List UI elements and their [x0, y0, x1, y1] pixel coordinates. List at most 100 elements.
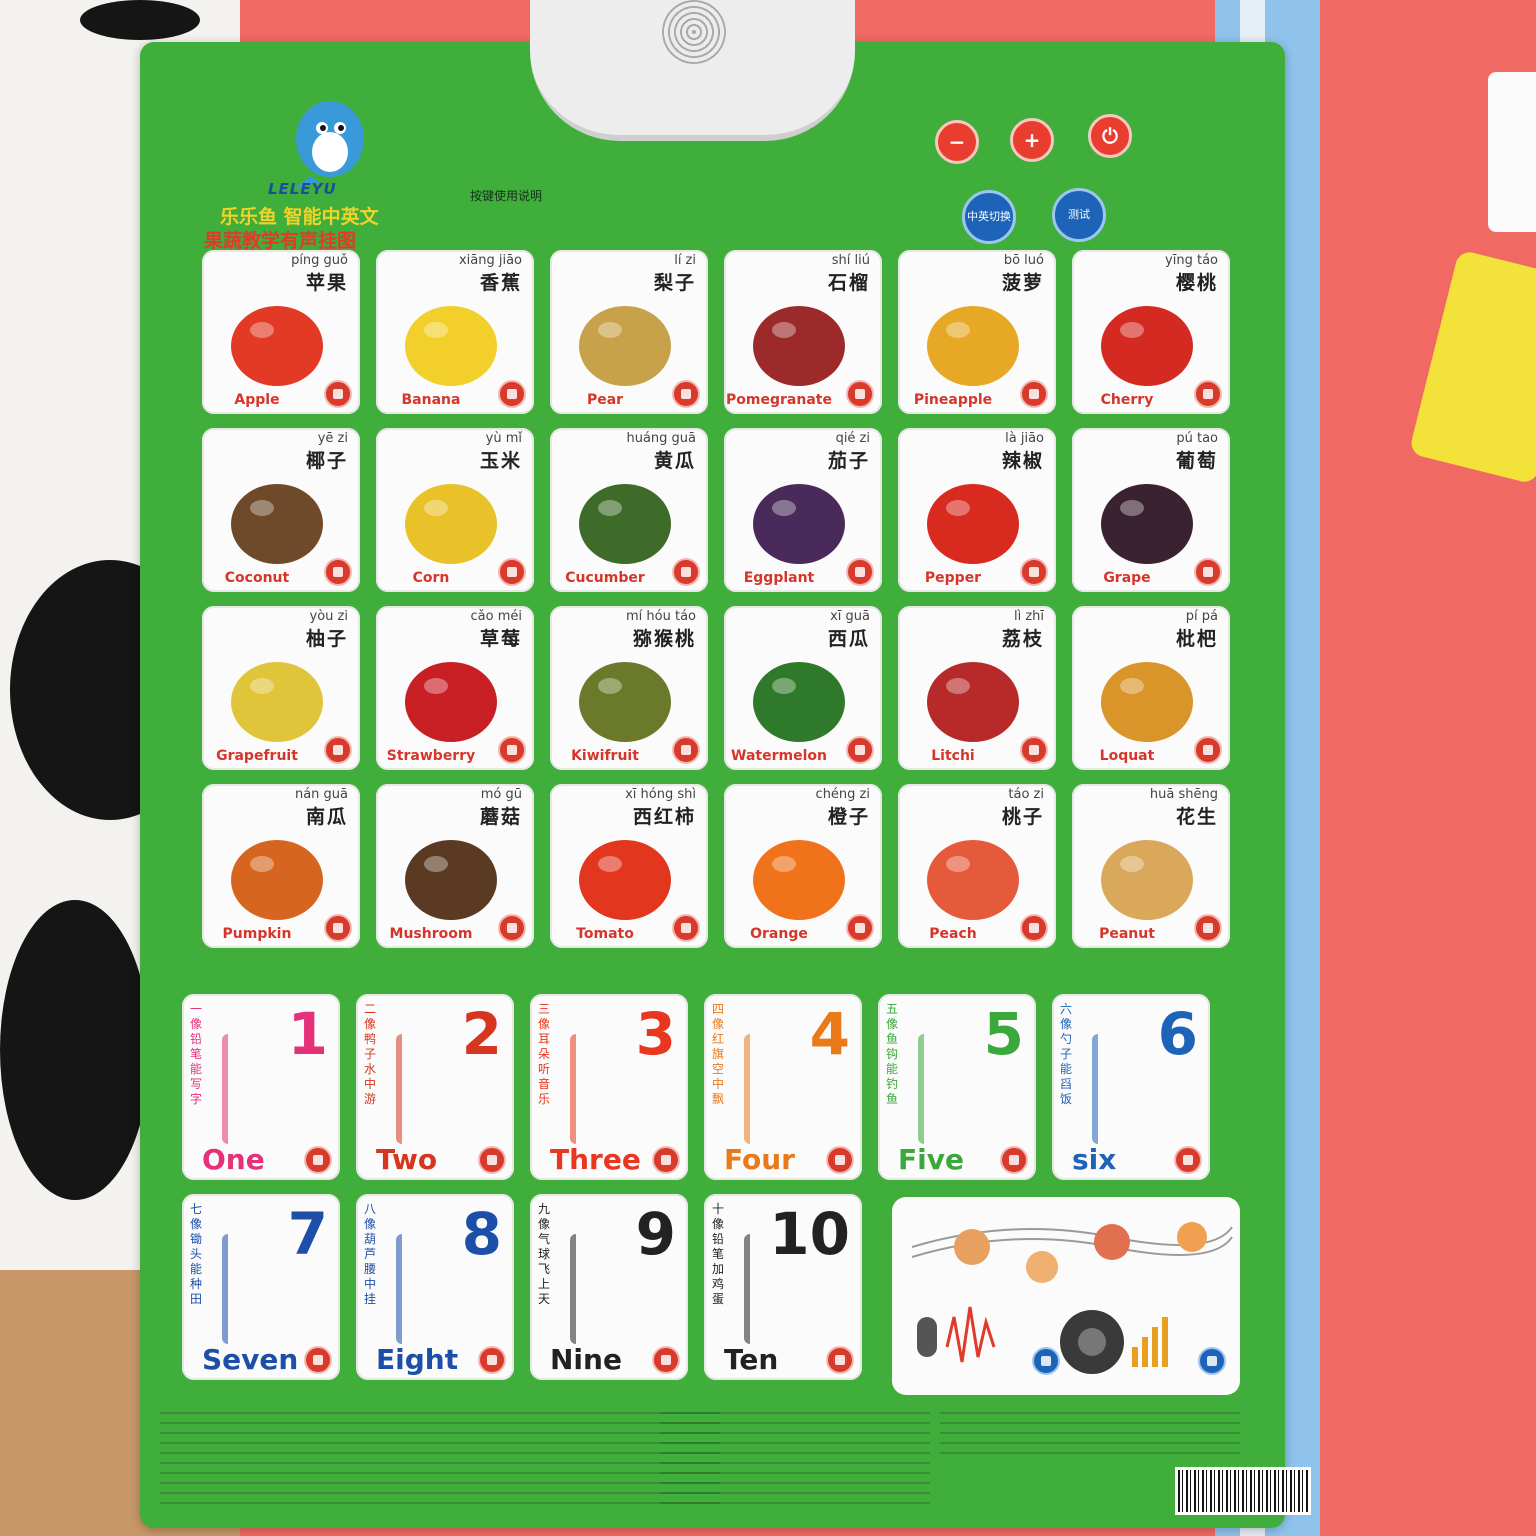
background-card [1488, 72, 1536, 232]
sound-button[interactable] [498, 380, 526, 408]
pinyin-label: lí zi [674, 253, 696, 268]
sound-button[interactable] [1020, 558, 1048, 586]
produce-card[interactable]: yē zi 椰子 Coconut [202, 428, 360, 592]
sound-button[interactable] [672, 736, 700, 764]
volume-up-button[interactable]: + [1010, 118, 1054, 162]
sound-button[interactable] [1020, 380, 1048, 408]
sound-button[interactable] [652, 1346, 680, 1374]
produce-card[interactable]: huā shēng 花生 Peanut [1072, 784, 1230, 948]
sound-button[interactable] [672, 914, 700, 942]
number-rhyme: 二像鸭子水中游 [364, 1002, 377, 1106]
produce-card[interactable]: píng guǒ 苹果 Apple [202, 250, 360, 414]
produce-card[interactable]: mó gū 蘑菇 Mushroom [376, 784, 534, 948]
sound-button[interactable] [478, 1146, 506, 1174]
volume-down-button[interactable]: − [935, 120, 979, 164]
english-label: Banana [401, 392, 461, 408]
number-card[interactable]: 10 十像铅笔加鸡蛋 Ten [704, 1194, 862, 1380]
sound-button[interactable] [1194, 558, 1222, 586]
produce-card[interactable]: huáng guā 黄瓜 Cucumber [550, 428, 708, 592]
sound-button[interactable] [652, 1146, 680, 1174]
produce-card[interactable]: bō luó 菠萝 Pineapple [898, 250, 1056, 414]
sound-button[interactable] [846, 380, 874, 408]
produce-card[interactable]: pú tao 葡萄 Grape [1072, 428, 1230, 592]
produce-illustration [927, 484, 1019, 564]
produce-illustration [405, 484, 497, 564]
music-panel[interactable] [892, 1197, 1240, 1395]
music-play-button[interactable] [1198, 1347, 1226, 1375]
pinyin-label: huā shēng [1149, 787, 1218, 802]
number-illustration [570, 1034, 676, 1144]
produce-card[interactable]: lì zhī 荔枝 Litchi [898, 606, 1056, 770]
english-label: Cherry [1100, 392, 1154, 408]
sound-button[interactable] [1194, 736, 1222, 764]
sound-button[interactable] [1174, 1146, 1202, 1174]
number-word: Eight [376, 1343, 459, 1376]
english-label: Pomegranate [726, 392, 832, 408]
sound-button[interactable] [672, 380, 700, 408]
sound-button[interactable] [1020, 914, 1048, 942]
number-illustration [744, 1234, 850, 1344]
produce-card[interactable]: yù mǐ 玉米 Corn [376, 428, 534, 592]
number-card[interactable]: 8 八像葫芦腰中挂 Eight [356, 1194, 514, 1380]
produce-card[interactable]: là jiāo 辣椒 Pepper [898, 428, 1056, 592]
number-rhyme: 七像锄头能种田 [190, 1202, 203, 1306]
number-word: Ten [724, 1343, 779, 1376]
produce-card[interactable]: lí zi 梨子 Pear [550, 250, 708, 414]
number-card[interactable]: 4 四像红旗空中飘 Four [704, 994, 862, 1180]
number-card[interactable]: 9 九像气球飞上天 Nine [530, 1194, 688, 1380]
sound-button[interactable] [1020, 736, 1048, 764]
sound-button[interactable] [846, 736, 874, 764]
speaker-unit [530, 0, 855, 141]
sound-button[interactable] [498, 558, 526, 586]
produce-card[interactable]: shí liú 石榴 Pomegranate [724, 250, 882, 414]
produce-card[interactable]: xī hóng shì 西红柿 Tomato [550, 784, 708, 948]
language-switch-button[interactable]: 中英切换 [962, 190, 1016, 244]
sound-button[interactable] [1194, 380, 1222, 408]
sound-button[interactable] [498, 914, 526, 942]
sound-button[interactable] [324, 914, 352, 942]
produce-illustration [753, 484, 845, 564]
produce-card[interactable]: nán guā 南瓜 Pumpkin [202, 784, 360, 948]
produce-card[interactable]: yòu zi 柚子 Grapefruit [202, 606, 360, 770]
number-card[interactable]: 1 一像铅笔能写字 One [182, 994, 340, 1180]
sound-button[interactable] [304, 1146, 332, 1174]
produce-card[interactable]: cǎo méi 草莓 Strawberry [376, 606, 534, 770]
produce-card[interactable]: xī guā 西瓜 Watermelon [724, 606, 882, 770]
produce-card[interactable]: xiāng jiāo 香蕉 Banana [376, 250, 534, 414]
sound-button[interactable] [324, 558, 352, 586]
produce-illustration [579, 484, 671, 564]
sound-button[interactable] [478, 1346, 506, 1374]
number-illustration [918, 1034, 1024, 1144]
power-button[interactable]: ⏻ [1088, 114, 1132, 158]
produce-card[interactable]: táo zi 桃子 Peach [898, 784, 1056, 948]
number-card[interactable]: 7 七像锄头能种田 Seven [182, 1194, 340, 1380]
sound-button[interactable] [826, 1146, 854, 1174]
pinyin-label: là jiāo [1005, 431, 1044, 446]
produce-illustration [927, 306, 1019, 386]
test-button[interactable]: 测试 [1052, 188, 1106, 242]
produce-card[interactable]: yīng táo 樱桃 Cherry [1072, 250, 1230, 414]
sound-button[interactable] [846, 558, 874, 586]
number-card[interactable]: 3 三像耳朵听音乐 Three [530, 994, 688, 1180]
number-card[interactable]: 6 六像勺子能舀饭 six [1052, 994, 1210, 1180]
produce-card[interactable]: qié zi 茄子 Eggplant [724, 428, 882, 592]
sound-button[interactable] [826, 1346, 854, 1374]
sound-button[interactable] [324, 736, 352, 764]
english-label: Orange [750, 926, 808, 942]
sound-button[interactable] [1000, 1146, 1028, 1174]
sound-button[interactable] [498, 736, 526, 764]
sound-button[interactable] [324, 380, 352, 408]
sound-button[interactable] [1194, 914, 1222, 942]
produce-card[interactable]: mí hóu táo 猕猴桃 Kiwifruit [550, 606, 708, 770]
pinyin-label: lì zhī [1013, 609, 1044, 624]
english-label: Grape [1103, 570, 1151, 586]
sound-button[interactable] [672, 558, 700, 586]
sound-button[interactable] [304, 1346, 332, 1374]
english-label: Corn [412, 570, 450, 586]
produce-card[interactable]: pí pá 枇杷 Loquat [1072, 606, 1230, 770]
produce-card[interactable]: chéng zi 橙子 Orange [724, 784, 882, 948]
number-card[interactable]: 2 二像鸭子水中游 Two [356, 994, 514, 1180]
sound-button[interactable] [846, 914, 874, 942]
music-record-button[interactable] [1032, 1347, 1060, 1375]
number-card[interactable]: 5 五像鱼钩能钓鱼 Five [878, 994, 1036, 1180]
